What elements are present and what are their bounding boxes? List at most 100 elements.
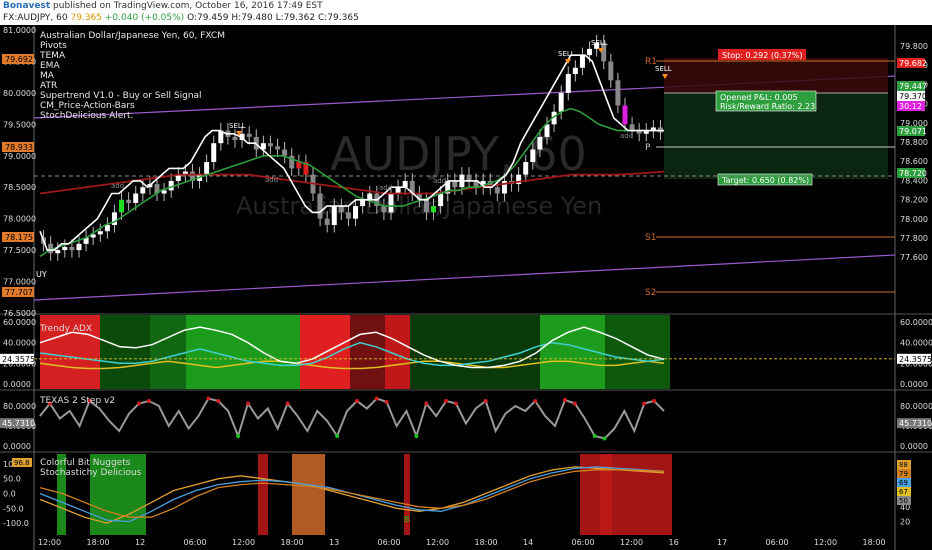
rr-label: Risk/Reward Ratio: 2.23 [720, 102, 815, 111]
candle-body [204, 162, 210, 175]
adx-axis-tick: 60.0000 [3, 318, 36, 327]
time-axis-tick: 12:00 [38, 538, 61, 547]
price-axis-tick: 78.5000 [3, 183, 36, 192]
sell-signal-label: SELL [591, 39, 608, 47]
texas-axis-tick: 80.0000 [3, 402, 36, 411]
add-signal-label: add [111, 182, 124, 190]
candle-body [140, 187, 146, 194]
nuggets-panel-subtitle: Stochastichy Delicious [40, 468, 142, 478]
time-axis-tick: 18:00 [475, 538, 498, 547]
nuggets-background-block [600, 454, 612, 535]
price-tag-label: 79.692 [5, 55, 33, 64]
price-tag-label: 77.707 [5, 288, 33, 297]
candle-body [296, 162, 302, 169]
pivot-label-s2: S2 [645, 288, 656, 298]
sell-signal-label: SELL [229, 122, 246, 130]
texas-high-marker [285, 401, 290, 406]
candle-body [579, 55, 585, 68]
candle-body [119, 199, 125, 213]
nuggets-axis-tick: -50.0 [3, 504, 24, 513]
add-signal-label: add [265, 176, 278, 184]
candle-body [431, 206, 437, 213]
candle-body [126, 199, 132, 203]
right-price-tag-label: 78.720 [899, 169, 927, 178]
open-value: O:79.459 [187, 13, 229, 23]
price-axis-tick: 81.0000 [3, 26, 36, 35]
indicator-legend: Australian Dollar/Japanese Yen, 60, FXCM… [40, 31, 225, 121]
adx-right-tick: 0.0000 [900, 380, 928, 389]
texas-low-marker [335, 434, 340, 438]
texas-high-marker [652, 399, 657, 403]
texas-high-marker [146, 399, 151, 403]
legend-item: MA [40, 71, 54, 81]
time-axis-tick: 14 [523, 538, 533, 547]
candle-body [395, 187, 401, 194]
channel-lower-line [33, 254, 896, 301]
right-axis-tick: 78.000 [900, 215, 928, 224]
texas-right-tick: 0.0000 [900, 442, 928, 451]
nuggets-panel-title: Colorful Bit Nuggets [40, 458, 131, 468]
texas-high-marker [216, 399, 221, 403]
candle-body [104, 224, 110, 232]
pivot-label-s1: S1 [645, 233, 656, 243]
change-value: +0.040 (+0.05%) [104, 13, 185, 23]
right-price-tag-label: 79.682 [899, 59, 927, 68]
time-axis-tick: 13 [329, 538, 339, 547]
candle-body [608, 61, 614, 81]
buy-signal-label: UY [36, 270, 47, 279]
nuggets-background-block [580, 454, 672, 535]
texas-high-marker [206, 396, 211, 401]
right-axis-tick: 78.600 [900, 157, 928, 166]
adx-right-value: 24.3575 [899, 355, 932, 364]
candle-body [275, 146, 281, 150]
texas-high-marker [384, 400, 389, 404]
publish-line: Bonavest published on TradingView.com, O… [3, 1, 323, 11]
time-axis-tick: 06:00 [378, 538, 401, 547]
high-value: H:79.480 [231, 13, 273, 23]
candle-body [97, 231, 103, 235]
time-axis-tick: 12:00 [426, 538, 449, 547]
legend-item: Pivots [40, 41, 67, 51]
candle-body [62, 246, 68, 251]
price-axis-tick: 78.0000 [3, 215, 36, 224]
candle-body [572, 67, 578, 75]
candle-body [615, 80, 621, 106]
nuggets-axis-tick: -100.0 [3, 519, 29, 528]
right-axis-tick: 78.200 [900, 196, 928, 205]
right-price-tag-label: 79.370 [899, 92, 927, 101]
stop-label: Stop: 0.292 (0.37%) [722, 51, 803, 60]
pnl-label: Opened P&L: 0.005 [720, 93, 798, 102]
last-price: 79.365 [70, 13, 102, 23]
legend-item: StochDelicious Alert. [40, 111, 134, 121]
candle-body [530, 149, 536, 163]
legend-item: ATR [40, 81, 58, 91]
nuggets-background-block [258, 454, 268, 535]
author-name[interactable]: Bonavest [3, 1, 50, 11]
price-axis-tick: 77.5000 [3, 246, 36, 255]
time-axis-tick: 12:00 [814, 538, 837, 547]
candle-body [76, 243, 82, 251]
candle-body [402, 180, 408, 188]
adx-background-block [100, 315, 150, 389]
candle-body [629, 124, 635, 131]
time-axis-tick: 12:00 [620, 538, 643, 547]
candle-body [338, 206, 344, 213]
candle-body [133, 193, 139, 203]
candle-body [331, 206, 337, 225]
texas-high-marker [562, 398, 567, 402]
price-axis-tick: 77.0000 [3, 278, 36, 287]
candle-body [452, 180, 458, 188]
candle-body [523, 162, 529, 175]
nuggets-tag: 88 [899, 461, 908, 469]
candle-body [466, 174, 472, 181]
candle-body [246, 133, 252, 137]
texas-right-tick: 80.0000 [900, 402, 932, 411]
adx-right-tick: 40.0000 [900, 339, 932, 348]
nuggets-tag: 79 [899, 470, 908, 478]
right-price-tag-label: 79.071 [899, 127, 927, 136]
candle-body [353, 206, 359, 219]
time-axis-tick: 12:00 [232, 538, 255, 547]
nuggets-axis-tick: 0.0 [3, 490, 16, 499]
adx-background-block [350, 315, 385, 389]
texas-low-marker [414, 434, 419, 438]
